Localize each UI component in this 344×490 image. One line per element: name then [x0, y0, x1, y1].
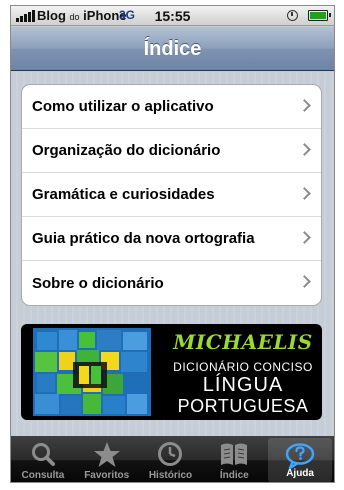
- clock-icon: [158, 442, 183, 466]
- navigation-bar: Índice: [11, 27, 334, 71]
- tab-label: Histórico: [148, 470, 193, 481]
- menu-item-dictionary-organization[interactable]: Organização do dicionário: [22, 129, 321, 173]
- michaelis-banner[interactable]: MICHAELIS DICIONÁRIO CONCISO LÍNGUA PORT…: [21, 324, 322, 420]
- status-bar: Blog do iPhone 3G 15:55: [11, 6, 334, 26]
- status-time: 15:55: [154, 8, 191, 24]
- index-menu: Como utilizar o aplicativo Organização d…: [21, 84, 322, 306]
- menu-item-about[interactable]: Sobre o dicionário: [22, 261, 321, 305]
- banner-line2: PORTUGUESA: [177, 396, 309, 416]
- menu-item-how-to-use[interactable]: Como utilizar o aplicativo: [22, 85, 321, 129]
- menu-item-grammar[interactable]: Gramática e curiosidades: [22, 173, 321, 217]
- page-title: Índice: [143, 38, 202, 60]
- menu-item-label: Como utilizar o aplicativo: [32, 98, 214, 115]
- chevron-right-icon: [298, 231, 311, 244]
- tab-label: Índice: [219, 470, 249, 481]
- mosaic-logo-icon: [33, 328, 151, 416]
- banner-line1: LÍNGUA: [202, 374, 284, 396]
- tab-consulta[interactable]: Consulta: [11, 436, 75, 482]
- menu-item-label: Guia prático da nova ortografia: [32, 230, 255, 247]
- phone-screen: Blog do iPhone 3G 15:55 Índice Como util…: [10, 5, 335, 483]
- magnifier-icon: [31, 443, 55, 466]
- menu-item-label: Gramática e curiosidades: [32, 186, 215, 203]
- help-bubble-icon: [285, 443, 315, 470]
- chevron-right-icon: [298, 275, 311, 288]
- content-area: Como utilizar o aplicativo Organização d…: [11, 72, 334, 436]
- tab-label: Favoritos: [84, 470, 130, 481]
- tab-label: Ajuda: [286, 468, 314, 479]
- chevron-right-icon: [298, 99, 311, 112]
- menu-item-orthography-guide[interactable]: Guia prático da nova ortografia: [22, 217, 321, 261]
- banner-brand: MICHAELIS: [173, 330, 313, 354]
- tab-ajuda[interactable]: Ajuda: [268, 438, 332, 482]
- tab-bar: Consulta Favoritos Histórico Índice Ajud…: [11, 436, 334, 482]
- menu-item-label: Sobre o dicionário: [32, 274, 164, 292]
- tab-label: Consulta: [21, 470, 65, 481]
- alarm-clock-icon: [287, 10, 298, 21]
- chevron-right-icon: [298, 187, 311, 200]
- book-icon: [221, 443, 248, 465]
- tab-favoritos[interactable]: Favoritos: [75, 436, 139, 482]
- menu-item-label: Organização do dicionário: [32, 142, 221, 159]
- tab-historico[interactable]: Histórico: [139, 436, 203, 482]
- tab-indice[interactable]: Índice: [202, 436, 266, 482]
- battery-icon: [308, 10, 331, 21]
- chevron-right-icon: [298, 143, 311, 156]
- banner-subtitle: DICIONÁRIO CONCISO: [173, 360, 313, 374]
- star-icon: [93, 442, 120, 467]
